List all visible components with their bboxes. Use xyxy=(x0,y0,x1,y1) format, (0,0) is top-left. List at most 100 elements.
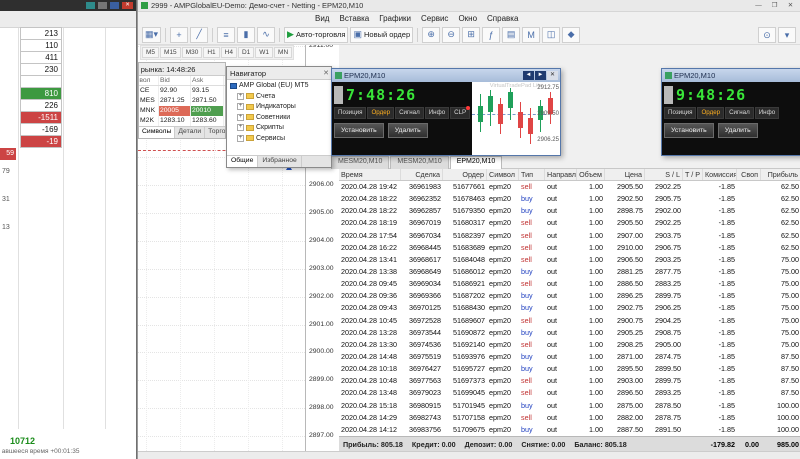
timeframe-h4[interactable]: H4 xyxy=(221,47,237,58)
column-header[interactable]: Время xyxy=(339,169,401,180)
vtp-button[interactable]: Удалить xyxy=(718,123,758,138)
expand-icon[interactable]: + xyxy=(237,114,244,121)
vtp-tab[interactable]: Позиция xyxy=(334,107,366,119)
period-icon[interactable]: ◆ xyxy=(562,27,580,43)
expand-icon[interactable]: + xyxy=(237,103,244,110)
ladder-tool-icon[interactable] xyxy=(86,2,95,9)
table-row[interactable]: 2020.04.28 18:193696701951680317epm20sel… xyxy=(339,217,800,229)
navigator-titlebar[interactable]: Навигатор ✕ xyxy=(227,67,331,80)
market-watch-row[interactable]: M2K1283.101283.60 xyxy=(139,116,225,126)
vtp-tab[interactable]: Сигнал xyxy=(725,107,754,119)
crosshair-icon[interactable]: + xyxy=(170,27,188,43)
navigator-item[interactable]: +Скрипты xyxy=(235,123,331,134)
indicators-icon[interactable]: ƒ xyxy=(482,27,500,43)
autotrade-button[interactable]: ▶Авто-торговля xyxy=(284,27,348,43)
column-header[interactable]: Объем xyxy=(577,169,605,180)
table-row[interactable]: 2020.04.28 10:483697756351697373epm20sel… xyxy=(339,375,800,387)
navigator-item[interactable]: +Индикаторы xyxy=(235,102,331,113)
table-row[interactable]: 2020.04.28 10:183697642751695727epm20buy… xyxy=(339,363,800,375)
column-header[interactable]: Цена xyxy=(605,169,645,180)
column-header[interactable]: Направле... xyxy=(545,169,577,180)
chart-tab[interactable]: MESM20,M10 xyxy=(390,156,448,169)
column-header[interactable]: Сделка xyxy=(401,169,443,180)
table-row[interactable]: 2020.04.28 09:433697012551688430epm20buy… xyxy=(339,302,800,314)
timeframe-m15[interactable]: M15 xyxy=(160,47,181,58)
zoom-in-icon[interactable]: ⊕ xyxy=(422,27,440,43)
timeframe-m30[interactable]: M30 xyxy=(182,47,203,58)
navigator-item[interactable]: +Сервисы xyxy=(235,133,331,144)
table-row[interactable]: 2020.04.28 14:483697551951693976epm20buy… xyxy=(339,351,800,363)
chart-window-1-titlebar[interactable]: EPM20,M10 ◄ ► ✕ xyxy=(332,69,560,82)
vtp-tab[interactable]: Позиция xyxy=(664,107,696,119)
close-button[interactable]: ✕ xyxy=(783,1,798,11)
vtp-tab[interactable]: Инфо xyxy=(425,107,449,119)
table-row[interactable]: 2020.04.28 13:303697453651692140epm20sel… xyxy=(339,339,800,351)
ladder-titlebar[interactable]: ✕ xyxy=(0,0,136,11)
close-icon[interactable]: ✕ xyxy=(323,67,329,80)
vtp-button[interactable]: Установить xyxy=(334,123,384,138)
expand-icon[interactable]: + xyxy=(237,124,244,131)
chart-tab[interactable]: MESM20,M10 xyxy=(331,156,389,169)
column-header[interactable]: Ордер xyxy=(443,169,487,180)
menu-item[interactable]: Сервис xyxy=(416,14,453,23)
navigator-tab[interactable]: Избранное xyxy=(258,156,301,167)
expand-icon[interactable]: + xyxy=(237,135,244,142)
table-row[interactable]: 2020.04.28 16:223696844551683689epm20sel… xyxy=(339,242,800,254)
column-header[interactable]: Символ xyxy=(487,169,519,180)
timeframe-mn[interactable]: MN xyxy=(274,47,292,58)
column-header[interactable]: Прибыль xyxy=(761,169,800,180)
vtp-button[interactable]: Удалить xyxy=(388,123,428,138)
timeframe-d1[interactable]: D1 xyxy=(238,47,254,58)
navigator-item[interactable]: +Советники xyxy=(235,112,331,123)
vtp-tab[interactable]: CLP xyxy=(450,107,470,119)
ladder-pin-icon[interactable] xyxy=(110,2,119,9)
menu-item[interactable]: Вставка xyxy=(334,14,374,23)
candles-chart-icon[interactable]: ▮ xyxy=(237,27,255,43)
column-header[interactable]: Тип xyxy=(519,169,545,180)
search-icon[interactable]: ⊙ xyxy=(758,27,776,43)
table-row[interactable]: 2020.04.28 18:223696285751679350epm20buy… xyxy=(339,205,800,217)
vtp-tab[interactable]: Ордер xyxy=(697,107,724,119)
navigator-root[interactable]: AMP Global (EU) MT5 xyxy=(227,80,331,91)
table-row[interactable]: 2020.04.28 13:383696864951686012epm20buy… xyxy=(339,266,800,278)
menu-item[interactable]: Вид xyxy=(310,14,334,23)
navigator-item[interactable]: +Счета xyxy=(235,91,331,102)
menu-item[interactable]: Окно xyxy=(453,14,482,23)
new-order-button[interactable]: ▣Новый ордер xyxy=(350,27,413,43)
table-row[interactable]: 2020.04.28 13:413696861751684048epm20sel… xyxy=(339,254,800,266)
table-row[interactable]: 2020.04.28 13:283697354451690872epm20buy… xyxy=(339,327,800,339)
table-row[interactable]: 2020.04.28 14:123698375651709675epm20buy… xyxy=(339,424,800,436)
timeframe-h1[interactable]: H1 xyxy=(203,47,219,58)
tile-windows-icon[interactable]: ◫ xyxy=(542,27,560,43)
table-row[interactable]: 2020.04.28 19:423696198351677661epm20sel… xyxy=(339,181,800,193)
column-header[interactable]: Своп xyxy=(737,169,761,180)
menu-item[interactable]: Справка xyxy=(482,14,523,23)
menu-item[interactable]: Графики xyxy=(374,14,416,23)
table-row[interactable]: 2020.04.28 14:293698274351707158epm20sel… xyxy=(339,412,800,424)
panel-prev-icon[interactable]: ◄ xyxy=(523,71,534,80)
column-header[interactable]: T / P xyxy=(683,169,703,180)
symbols-dropdown[interactable]: ▦▾ xyxy=(142,27,161,43)
bars-chart-icon[interactable]: ≡ xyxy=(217,27,235,43)
minimize-button[interactable]: — xyxy=(751,1,766,11)
market-watch-tab[interactable]: Символы xyxy=(139,127,175,138)
ladder-settings-icon[interactable] xyxy=(98,2,107,9)
table-row[interactable]: 2020.04.28 18:223696235251678463epm20buy… xyxy=(339,193,800,205)
column-header[interactable]: Комиссия xyxy=(703,169,737,180)
expand-icon[interactable]: + xyxy=(237,93,244,100)
timeframe-w1[interactable]: W1 xyxy=(255,47,273,58)
table-row[interactable]: 2020.04.28 13:483697902351699045epm20sel… xyxy=(339,387,800,399)
market-watch-tab[interactable]: Детали xyxy=(175,127,205,138)
vtp-button[interactable]: Установить xyxy=(664,123,714,138)
market-watch-row[interactable]: MES2871.252871.50 xyxy=(139,96,225,106)
close-icon[interactable]: ✕ xyxy=(547,71,558,80)
market-watch-tab[interactable]: Торговля xyxy=(205,127,225,138)
table-row[interactable]: 2020.04.28 09:453696903451686921epm20sel… xyxy=(339,278,800,290)
table-row[interactable]: 2020.04.28 17:543696703451682397epm20sel… xyxy=(339,230,800,242)
vtp-tab[interactable]: Инфо xyxy=(755,107,779,119)
close-icon[interactable]: ✕ xyxy=(122,2,133,9)
chart-window-2-titlebar[interactable]: EPM20,M10 ◄ ► ✕ xyxy=(662,69,800,82)
table-row[interactable]: 2020.04.28 09:363696936651687202epm20buy… xyxy=(339,290,800,302)
table-row[interactable]: 2020.04.28 15:183698091551701945epm20buy… xyxy=(339,400,800,412)
layout-icon[interactable]: ▾ xyxy=(778,27,796,43)
